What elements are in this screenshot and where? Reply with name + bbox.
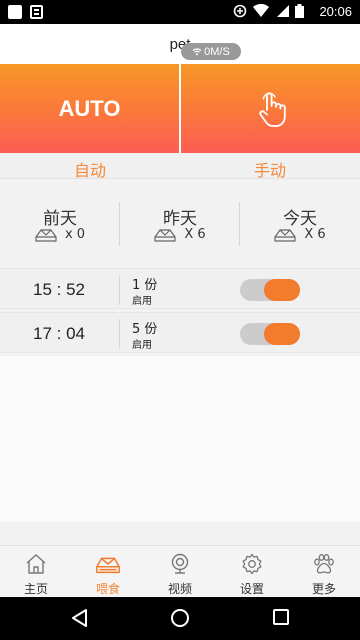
schedule-portion: 1 份	[132, 278, 158, 293]
row-divider	[119, 319, 120, 349]
title-bar: pet 0M/S	[0, 24, 360, 64]
signal-icon	[277, 5, 289, 17]
battery-icon	[295, 4, 304, 18]
data-saver-icon	[233, 4, 247, 18]
paw-icon	[314, 554, 334, 574]
stat-day-before-yesterday: 前天 x 0	[0, 180, 120, 267]
tab-video[interactable]: 视频	[144, 546, 216, 598]
toggle-knob	[264, 279, 300, 301]
stat-today: 今天 X 6	[240, 180, 360, 267]
tab-label: 视频	[167, 582, 192, 596]
auto-mode-button[interactable]: AUTO	[0, 64, 179, 153]
stat-day-label: 昨天	[163, 209, 197, 229]
manual-mode-label: 手动	[253, 161, 286, 180]
tab-label: 设置	[239, 582, 264, 596]
schedule-toggle[interactable]	[240, 279, 300, 301]
mode-labels: 自动 手动	[0, 153, 360, 180]
mode-panel: AUTO	[0, 64, 360, 153]
auto-mode-text: AUTO	[58, 95, 121, 121]
manual-mode-button[interactable]	[181, 64, 360, 153]
tab-label: 更多	[311, 582, 336, 596]
schedule-toggle[interactable]	[240, 323, 300, 345]
stat-count: x 0	[64, 227, 86, 242]
stat-yesterday: 昨天 X 6	[120, 180, 240, 267]
schedule-time: 15 : 52	[33, 280, 85, 299]
wifi-icon	[253, 4, 269, 17]
schedule-status: 启用	[132, 296, 152, 307]
tab-home[interactable]: 主页	[0, 546, 72, 598]
schedule-status: 启用	[132, 340, 152, 351]
schedule-portion: 5 份	[132, 322, 158, 337]
food-tray-icon	[274, 228, 296, 242]
recents-icon[interactable]	[272, 608, 290, 626]
food-tray-icon	[154, 228, 176, 242]
system-nav-bar	[0, 597, 360, 640]
home-icon	[26, 554, 46, 574]
gear-icon	[242, 553, 262, 575]
hand-pointer-icon	[258, 91, 286, 127]
feed-icon	[96, 557, 120, 574]
message-icon	[30, 5, 43, 19]
clock: 20:06	[319, 4, 352, 19]
schedule-row[interactable]: 17 : 04 5 份 启用	[0, 312, 360, 353]
tab-label: 主页	[23, 582, 48, 596]
home-button-icon[interactable]	[170, 608, 190, 628]
schedule-time: 17 : 04	[33, 324, 85, 343]
auto-mode-label: 自动	[73, 161, 106, 180]
wifi-small-icon	[192, 48, 202, 56]
food-tray-icon	[35, 228, 57, 242]
stat-count: X 6	[184, 227, 206, 242]
row-divider	[119, 275, 120, 305]
network-speed-badge: 0M/S	[181, 43, 241, 60]
tab-more[interactable]: 更多	[288, 546, 360, 598]
tab-feed[interactable]: 喂食	[72, 546, 144, 598]
feeding-stats: 前天 x 0 昨天 X 6 今天 X 6	[0, 180, 360, 267]
back-icon[interactable]	[70, 608, 90, 628]
feeding-schedule: 15 : 52 1 份 启用 17 : 04 5 份 启用	[0, 268, 360, 354]
stat-day-label: 前天	[43, 209, 77, 229]
camera-icon	[171, 553, 189, 574]
toggle-knob	[264, 323, 300, 345]
stat-count: X 6	[304, 227, 326, 242]
bottom-tab-bar: 主页 喂食 视频 设置 更多	[0, 545, 360, 597]
status-bar: 20:06	[0, 0, 360, 24]
tab-label: 喂食	[95, 582, 120, 596]
notification-icon	[8, 5, 22, 19]
stat-day-label: 今天	[283, 209, 317, 229]
page-title: pet	[169, 36, 191, 53]
speed-value: 0M/S	[204, 45, 230, 58]
tab-settings[interactable]: 设置	[216, 546, 288, 598]
empty-content-area	[0, 356, 360, 522]
schedule-row[interactable]: 15 : 52 1 份 启用	[0, 268, 360, 309]
